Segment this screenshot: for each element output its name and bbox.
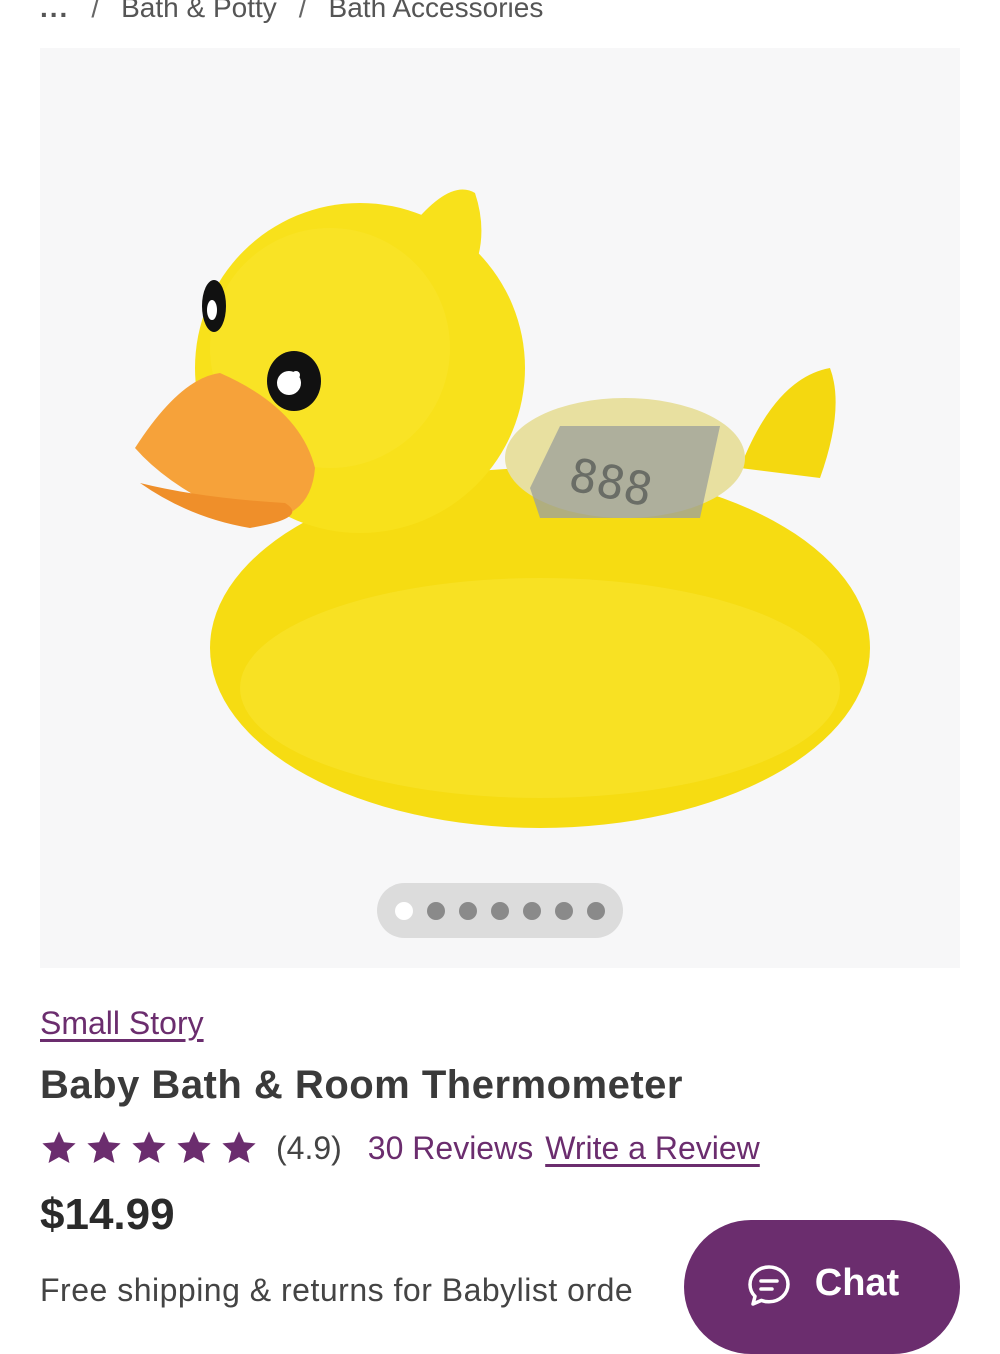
chat-button[interactable]: Chat: [684, 1220, 960, 1354]
product-image-duck: 888: [135, 189, 870, 828]
product-image-gallery[interactable]: 888: [40, 48, 960, 968]
reviews-link[interactable]: 30 Reviews: [368, 1130, 533, 1167]
shipping-info: Free shipping & returns for Babylist ord…: [40, 1272, 634, 1308]
chat-bubble-icon: [748, 1265, 790, 1306]
brand-link[interactable]: Small Story: [40, 1005, 204, 1042]
pager-dot[interactable]: [427, 901, 445, 920]
breadcrumb-item-bath-accessories[interactable]: Bath Accessories: [329, 0, 544, 24]
star-icon: [132, 1131, 166, 1164]
pager-dot[interactable]: [459, 901, 477, 920]
pager-dot[interactable]: [491, 901, 509, 920]
pager-dot[interactable]: [523, 901, 541, 920]
product-title: Baby Bath & Room Thermometer: [40, 1063, 683, 1107]
star-icon: [222, 1131, 256, 1164]
rating-value: (4.9): [276, 1129, 342, 1166]
star-icon: [177, 1131, 211, 1164]
breadcrumb-item-bath-potty[interactable]: Bath & Potty: [121, 0, 277, 24]
star-icon: [87, 1131, 121, 1164]
product-price: $14.99: [40, 1190, 175, 1239]
breadcrumb-separator: /: [298, 0, 307, 23]
pager-dot[interactable]: [587, 901, 605, 920]
star-icon: [42, 1131, 76, 1164]
pager-dot[interactable]: [555, 901, 573, 920]
rating-row: (4.9) 30 Reviews Write a Review: [40, 1125, 760, 1171]
write-review-link[interactable]: Write a Review: [545, 1130, 760, 1167]
breadcrumb-separator: /: [91, 0, 100, 23]
breadcrumb: ... / Bath & Potty / Bath Accessories: [40, 0, 543, 28]
breadcrumb-ellipsis[interactable]: ...: [40, 0, 69, 24]
chat-label: Chat: [814, 1262, 900, 1304]
star-rating: [40, 1129, 258, 1167]
gallery-pager: [377, 883, 623, 938]
pager-dot[interactable]: [395, 901, 413, 920]
